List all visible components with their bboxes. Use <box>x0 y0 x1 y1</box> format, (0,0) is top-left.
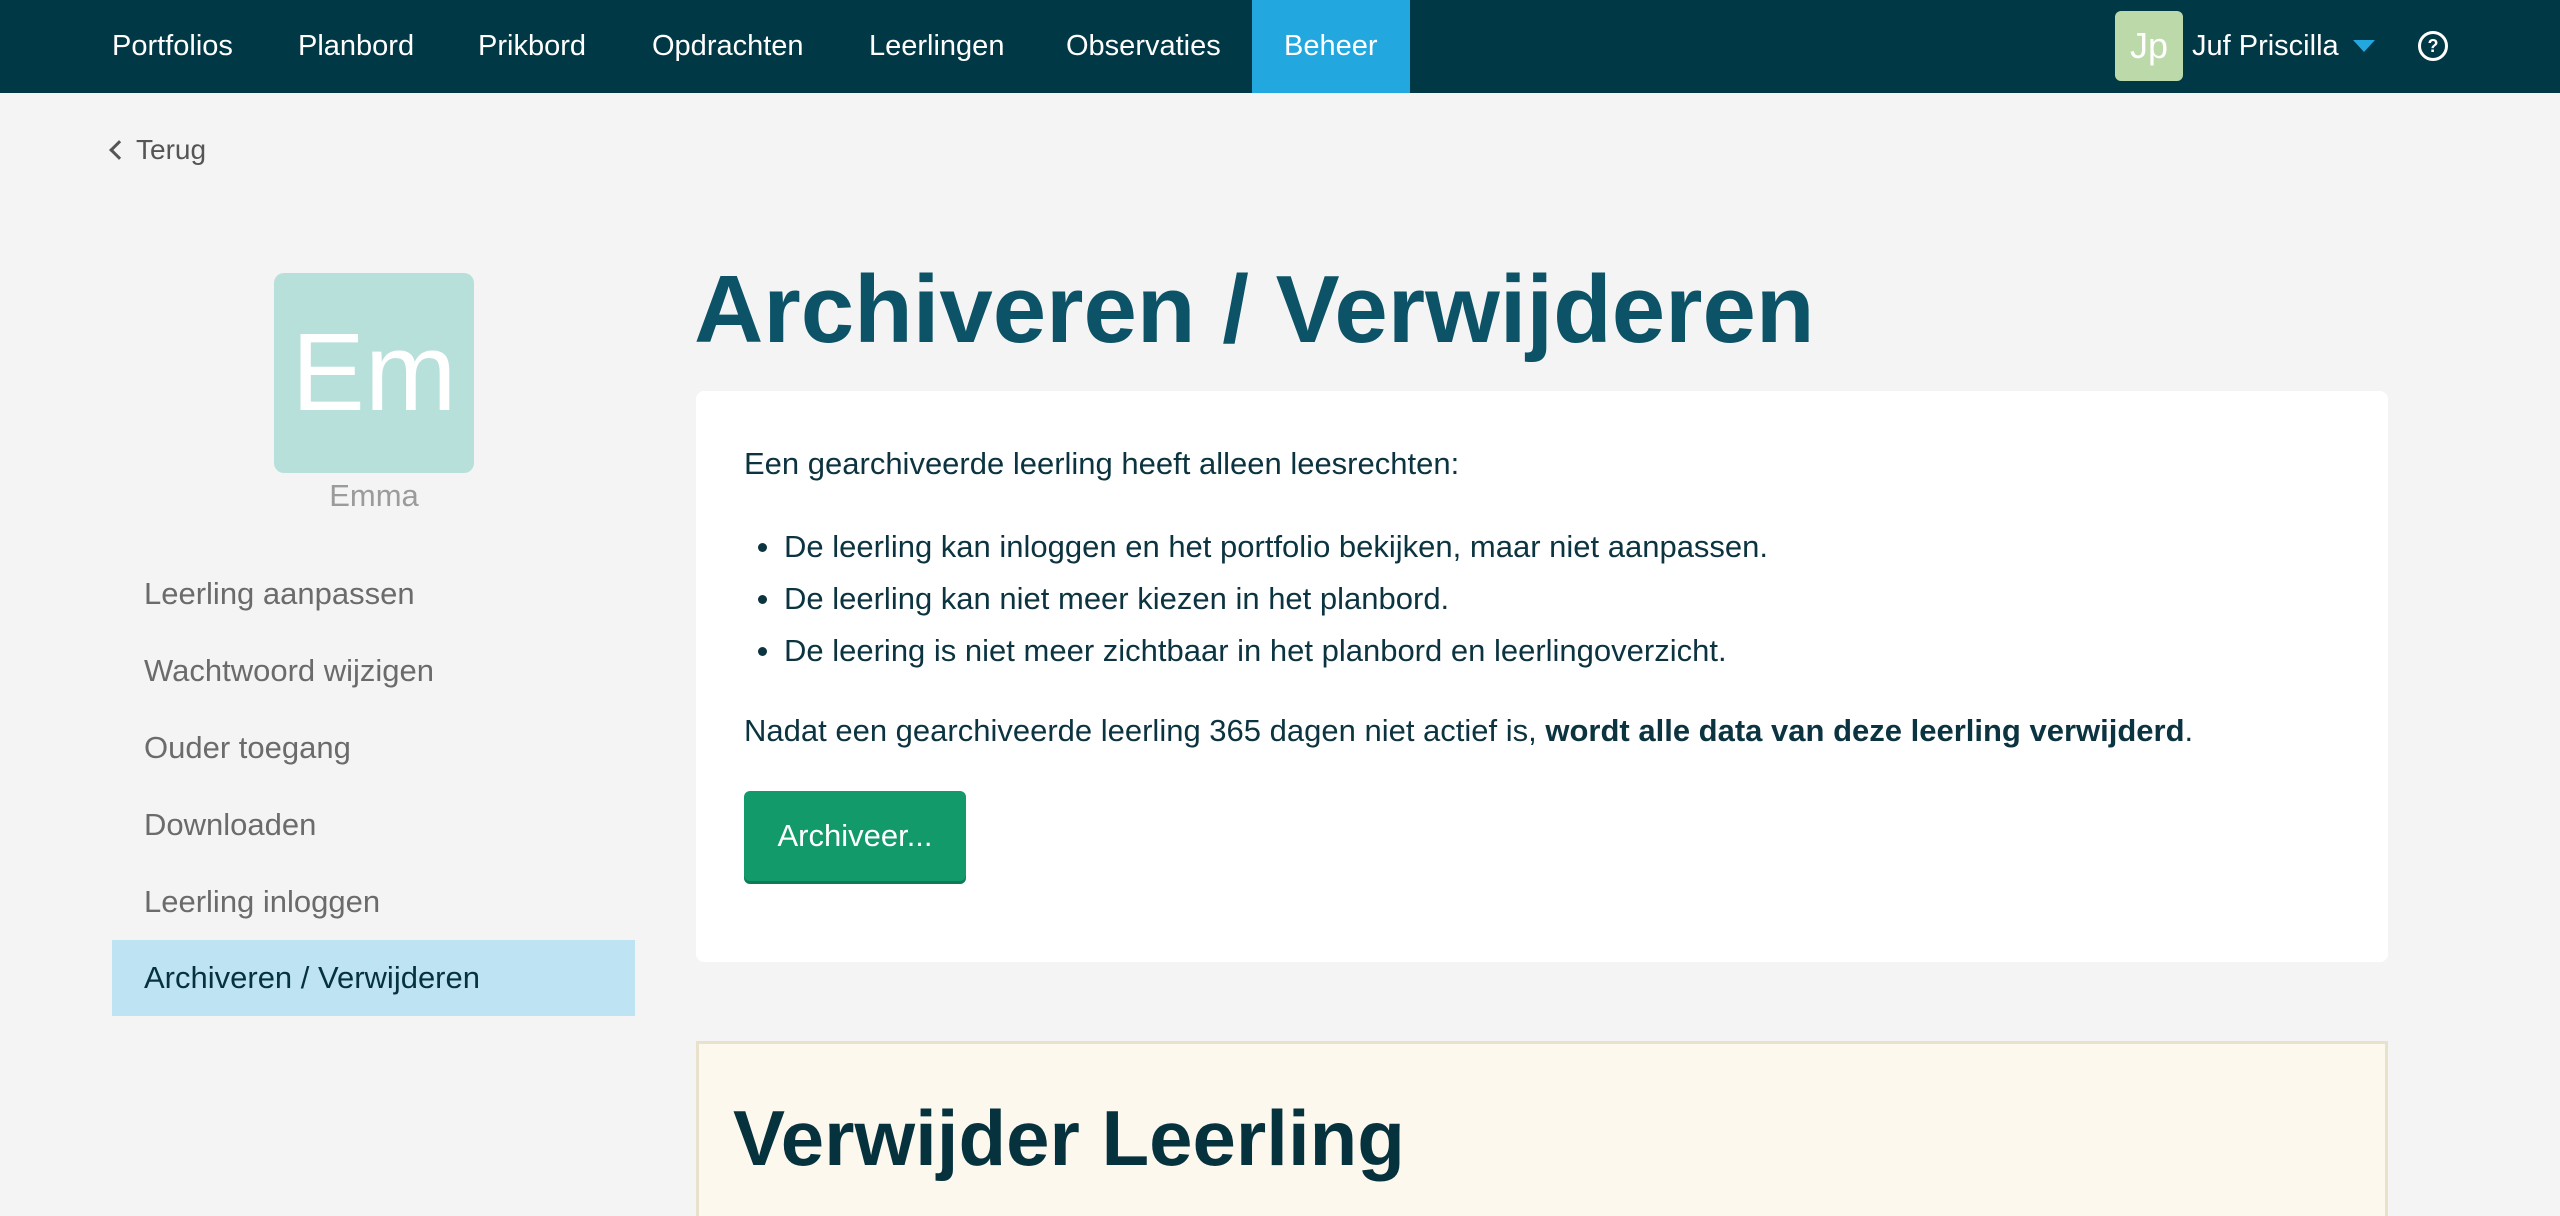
archive-card: Een gearchiveerde leerling heeft alleen … <box>696 391 2388 962</box>
archive-deletion-note: Nadat een gearchiveerde leerling 365 dag… <box>744 713 2193 749</box>
sidebar-item-ouder-toegang[interactable]: Ouder toegang <box>112 710 635 786</box>
nav-item-opdrachten[interactable]: Opdrachten <box>652 0 804 93</box>
archive-intro: Een gearchiveerde leerling heeft alleen … <box>744 446 1460 481</box>
caret-down-icon[interactable] <box>2353 40 2375 52</box>
back-link[interactable]: Terug <box>108 130 206 170</box>
list-item: De leerling kan inloggen en het portfoli… <box>744 521 1768 573</box>
sidebar-item-archiveren-verwijderen[interactable]: Archiveren / Verwijderen <box>112 940 635 1016</box>
nav-item-observaties[interactable]: Observaties <box>1066 0 1221 93</box>
top-navigation: Portfolios Planbord Prikbord Opdrachten … <box>0 0 2560 93</box>
back-label: Terug <box>136 134 207 165</box>
nav-item-planbord[interactable]: Planbord <box>298 0 414 93</box>
note-suffix: . <box>2184 713 2194 748</box>
list-item: De leering is niet meer zichtbaar in het… <box>744 625 1768 677</box>
page-title: Archiveren / Verwijderen <box>694 256 1815 363</box>
sidebar-item-wachtwoord-wijzigen[interactable]: Wachtwoord wijzigen <box>112 633 635 709</box>
nav-item-leerlingen[interactable]: Leerlingen <box>869 0 1004 93</box>
delete-section-title: Verwijder Leerling <box>733 1094 1405 1182</box>
delete-student-card: Verwijder Leerling <box>696 1041 2388 1216</box>
note-bold: wordt alle data van deze leerling verwij… <box>1545 713 2185 748</box>
sidebar-item-leerling-inloggen[interactable]: Leerling inloggen <box>112 864 635 940</box>
student-avatar: Em <box>274 273 474 473</box>
nav-item-beheer[interactable]: Beheer <box>1252 0 1410 93</box>
chevron-left-icon <box>109 140 129 160</box>
list-item: De leerling kan niet meer kiezen in het … <box>744 573 1768 625</box>
sidebar-item-leerling-aanpassen[interactable]: Leerling aanpassen <box>112 556 635 632</box>
user-menu-name[interactable]: Juf Priscilla <box>2192 0 2339 93</box>
nav-item-prikbord[interactable]: Prikbord <box>478 0 586 93</box>
archive-rights-list: De leerling kan inloggen en het portfoli… <box>744 521 1768 677</box>
student-name: Emma <box>329 478 419 513</box>
archive-button[interactable]: Archiveer... <box>744 791 966 881</box>
nav-item-portfolios[interactable]: Portfolios <box>112 0 233 93</box>
help-icon[interactable]: ? <box>2418 31 2448 61</box>
note-prefix: Nadat een gearchiveerde leerling 365 dag… <box>744 713 1546 748</box>
sidebar-item-downloaden[interactable]: Downloaden <box>112 787 635 863</box>
user-avatar[interactable]: Jp <box>2115 11 2183 81</box>
